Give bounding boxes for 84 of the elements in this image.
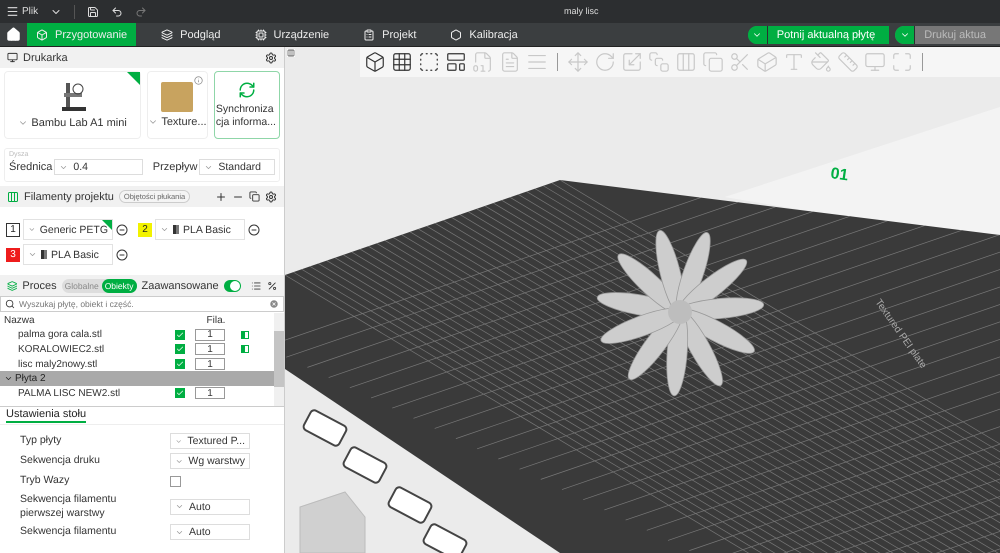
object-name[interactable]: PALMA LISC NEW2.stl (0, 388, 175, 399)
checkbox[interactable] (175, 344, 185, 354)
search-icon (5, 299, 15, 309)
checkbox[interactable] (175, 388, 185, 398)
printer-card[interactable]: Bambu Lab A1 mini (4, 71, 142, 139)
tab[interactable]: Urządzenie (246, 23, 338, 46)
setting-select[interactable]: Textured P... (170, 433, 250, 449)
remove-icon[interactable] (248, 224, 260, 236)
hexagon-icon (450, 28, 462, 40)
object-name[interactable]: palma gora cala.stl (0, 329, 175, 340)
setting-label: Sekwencja druku (20, 454, 101, 468)
section-title: Drukarka (23, 52, 69, 64)
column-header: Nazwa (3, 314, 36, 326)
setting-select[interactable]: Auto (170, 524, 250, 540)
setting-label: Tryb Wazy (20, 474, 70, 488)
setting-label: Sekwencja filamentu pierwszej warstwy (20, 493, 118, 520)
sync-icon (238, 80, 256, 99)
filament-field[interactable]: 1 (195, 387, 225, 400)
settings-tab[interactable]: Ustawienia stołu (6, 408, 86, 423)
arrange-icon[interactable] (445, 51, 467, 73)
setting-select[interactable]: Auto (170, 498, 250, 515)
filament-icon (7, 190, 19, 202)
window-title: maly lisc (564, 6, 599, 16)
process-icon (7, 280, 18, 292)
remove-icon[interactable] (116, 248, 128, 260)
filament-field[interactable]: 1 (195, 343, 225, 356)
object-name[interactable]: KORALOWIEC2.stl (0, 344, 175, 355)
field-label: Przepływ (152, 161, 198, 173)
chip-icon (254, 28, 267, 40)
setting-label: Sekwencja filamentu (20, 525, 118, 540)
settings-icon[interactable] (265, 52, 277, 64)
caret-icon (748, 26, 768, 44)
caret-icon (28, 225, 36, 234)
menu-icon (6, 5, 19, 18)
plate-icon (161, 82, 194, 112)
caret-icon (28, 250, 37, 259)
filament-chip-icon (41, 250, 47, 259)
percent-icon[interactable] (266, 280, 277, 292)
sync-button[interactable]: Synchronizacja informa... (214, 71, 280, 139)
setting-select[interactable]: Wg warstwy (170, 453, 250, 469)
filament-field[interactable]: 1 (195, 328, 225, 341)
caret-icon (895, 26, 916, 44)
layers-icon (161, 28, 174, 40)
section-title: Filamenty projektu (24, 190, 114, 202)
section-title: Proces (22, 280, 57, 292)
clear-icon[interactable] (269, 299, 279, 309)
filament-field[interactable]: 1 (195, 358, 225, 370)
tab[interactable]: Projekt (354, 23, 426, 46)
field-label: Średnica (9, 161, 52, 173)
toggle-label: Zaawansowane (142, 280, 219, 292)
add-cube-icon[interactable] (364, 51, 386, 73)
info-icon[interactable] (194, 76, 203, 85)
caret-icon (160, 225, 169, 234)
tab[interactable]: Podgląd (152, 23, 230, 46)
remove-icon[interactable] (116, 224, 128, 236)
checkbox[interactable] (170, 476, 181, 486)
filament-select[interactable]: PLA Basic (155, 219, 245, 240)
checkbox[interactable] (175, 330, 185, 340)
filament-select[interactable]: Generic PETG (23, 219, 113, 240)
filament-chip-icon (173, 225, 179, 234)
clipboard-icon (363, 28, 376, 40)
scrollbar[interactable] (274, 313, 284, 406)
object-name[interactable]: lisc maly2nowy.stl (0, 358, 175, 370)
tab[interactable]: Kalibracja (441, 23, 527, 46)
flow-select[interactable]: Standard (199, 159, 275, 175)
plate-number: 01 (829, 165, 850, 184)
settings-icon[interactable] (265, 190, 277, 202)
filament-number: 2 (138, 222, 152, 236)
setting-label: Typ płyty (20, 434, 62, 448)
filament-number: 1 (6, 222, 20, 236)
add-icon[interactable] (215, 190, 227, 202)
cube-icon (36, 28, 48, 40)
column-header: Fila. (206, 314, 226, 326)
advanced-switch[interactable] (224, 280, 242, 292)
diameter-select[interactable]: 0.4 (54, 159, 144, 175)
list-icon[interactable] (251, 280, 262, 292)
file-menu[interactable]: Plik (0, 0, 44, 23)
filament-number: 3 (6, 248, 20, 262)
add-plate-icon[interactable] (391, 51, 413, 73)
filament-select[interactable]: PLA Basic (23, 244, 113, 265)
search-field[interactable]: Wyszukaj płytę, obiekt i część. (0, 296, 284, 312)
checkbox[interactable] (175, 359, 185, 370)
plate-card[interactable]: Texture... (147, 71, 208, 139)
printer-icon (7, 52, 18, 63)
